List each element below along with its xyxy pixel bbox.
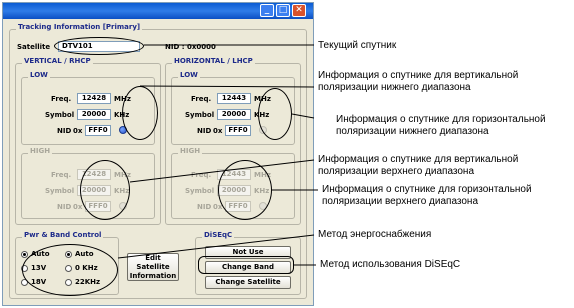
annotation-h-low-line2: поляризации нижнего диапазона bbox=[336, 126, 489, 137]
annotation-h-low: Информация о спутнике для горизонтальной… bbox=[336, 114, 546, 138]
annotation-diseqc-method: Метод использования DiSEqC bbox=[320, 259, 461, 270]
annotation-v-high: Информация о спутнике для вертикальной п… bbox=[318, 154, 518, 178]
annotation-v-high-line1: Информация о спутнике для вертикальной bbox=[318, 154, 519, 165]
annotation-v-high-line2: поляризации верхнего диапазона bbox=[318, 166, 475, 177]
annotation-h-high-line2: поляризации верхнего диапазона bbox=[322, 196, 479, 207]
annotation-h-high-line1: Информация о спутнике для горизонтальной bbox=[322, 184, 532, 195]
annotation-v-low-line1: Информация о спутнике для вертикальной bbox=[318, 70, 519, 81]
annotation-h-high: Информация о спутнике для горизонтальной… bbox=[322, 184, 532, 208]
annotation-power-method: Метод энергоснабжения bbox=[318, 229, 432, 240]
annotation-v-low-line2: поляризации нижнего диапазона bbox=[318, 82, 471, 93]
annotation-v-low: Информация о спутнике для вертикальной п… bbox=[318, 70, 518, 94]
annotation-current-satellite: Текущий спутник bbox=[318, 40, 397, 51]
annotation-h-low-line1: Информация о спутнике для горизонтальной bbox=[336, 114, 546, 125]
